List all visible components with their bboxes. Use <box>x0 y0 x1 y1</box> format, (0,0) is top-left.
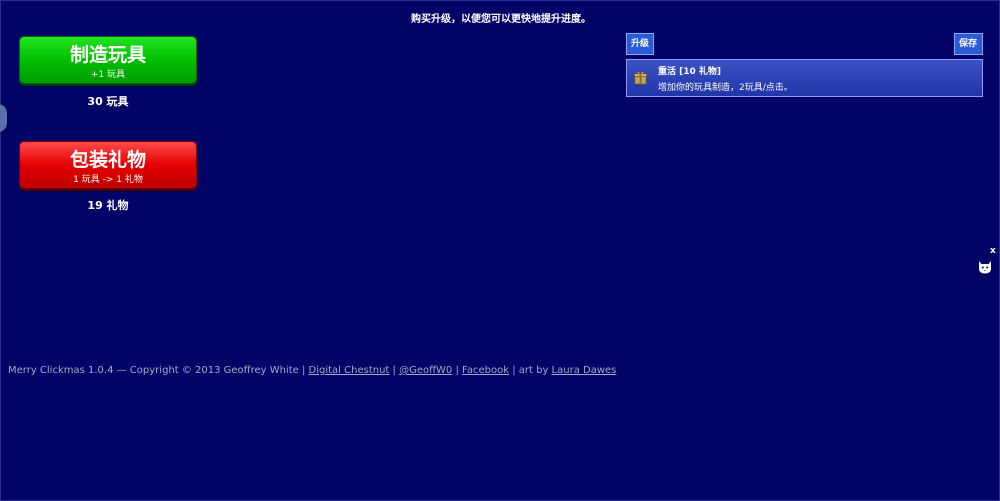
gift-box-icon <box>634 71 647 85</box>
make-toy-label: 制造玩具 <box>69 44 146 66</box>
upgrade-item[interactable]: 重活 [10 礼物] 增加你的玩具制造，2玩具/点击。 <box>626 59 983 97</box>
footer: Merry Clickmas 1.0.4 — Copyright © 2013 … <box>8 365 616 376</box>
make-toy-button[interactable]: 制造玩具 +1 玩具 <box>19 36 197 84</box>
close-icon[interactable]: x <box>990 246 996 256</box>
side-panel-tab[interactable] <box>0 104 7 132</box>
wrap-gift-button[interactable]: 包装礼物 1 玩具 -> 1 礼物 <box>19 141 197 189</box>
footer-link-twitter[interactable]: @GeoffW0 <box>399 365 452 376</box>
save-button[interactable]: 保存 <box>954 33 983 55</box>
footer-separator: | <box>392 365 396 376</box>
footer-separator: | <box>455 365 459 376</box>
wrap-gift-sub: 1 玩具 -> 1 礼物 <box>73 175 143 185</box>
footer-art-credit: | art by <box>512 365 549 376</box>
wrap-gift-label: 包装礼物 <box>69 149 146 171</box>
footer-link-artist[interactable]: Laura Dawes <box>552 365 617 376</box>
toy-count: 30 玩具 <box>87 95 129 108</box>
gift-count: 19 礼物 <box>87 199 129 212</box>
upgrade-title: 重活 [10 礼物] <box>658 67 722 77</box>
upgrade-description: 增加你的玩具制造，2玩具/点击。 <box>658 83 793 93</box>
make-toy-sub: +1 玩具 <box>90 70 126 80</box>
footer-credit: Merry Clickmas 1.0.4 — Copyright © 2013 … <box>8 365 306 376</box>
cat-icon[interactable] <box>976 257 994 275</box>
upgrade-button[interactable]: 升级 <box>626 33 654 55</box>
footer-link-facebook[interactable]: Facebook <box>462 365 509 376</box>
footer-link-digital-chestnut[interactable]: Digital Chestnut <box>309 365 390 376</box>
top-message: 购买升级，以便您可以更快地提升进度。 <box>411 14 591 25</box>
